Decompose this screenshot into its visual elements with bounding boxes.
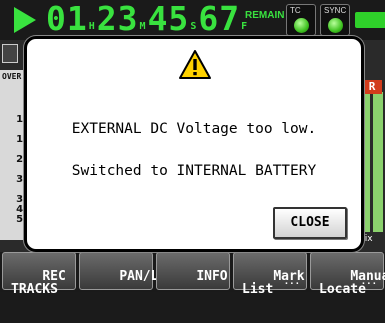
manual-locate-more-indicator: ... <box>360 277 377 287</box>
close-button[interactable]: CLOSE <box>273 207 347 239</box>
dialog-message-line-1: EXTERNAL DC Voltage too low. <box>71 121 317 137</box>
time-counter: 01 H 23 M 45 S 67 F <box>46 2 249 36</box>
function-bar: REC TRACKS PAN/LVL INFO Mark List ... Ma… <box>0 252 385 296</box>
counter-frames: 67 <box>198 0 241 38</box>
status-bar: 01 H 23 M 45 S 67 F REMAIN TC SYNC <box>0 0 385 40</box>
mark-list-more-indicator: ... <box>283 277 300 287</box>
level-meter-bar <box>373 92 383 232</box>
counter-frames-unit: F <box>241 21 248 32</box>
warning-icon <box>179 50 211 79</box>
rec-track-r-badge: R <box>362 80 382 94</box>
counter-seconds: 45 <box>147 0 190 38</box>
counter-hours-unit: H <box>88 21 95 32</box>
mark-list-button[interactable]: Mark List ... <box>233 252 307 296</box>
file-icon <box>2 44 18 63</box>
counter-minutes: 23 <box>96 0 139 38</box>
play-icon <box>14 7 36 33</box>
remain-label: REMAIN <box>245 10 285 21</box>
tc-indicator: TC <box>286 4 316 36</box>
counter-seconds-unit: S <box>190 21 197 32</box>
info-label: INFO <box>196 269 228 284</box>
info-button[interactable]: INFO <box>156 252 230 290</box>
pan-lvl-button[interactable]: PAN/LVL <box>79 252 174 290</box>
meter-scale-title: OVER <box>2 72 22 81</box>
rec-tracks-button[interactable]: REC TRACKS <box>2 252 76 296</box>
tc-status-dot-icon <box>294 18 309 33</box>
manual-locate-button[interactable]: Manual Locate ... <box>310 252 385 296</box>
sync-status-dot-icon <box>328 18 343 33</box>
counter-minutes-unit: M <box>139 21 146 32</box>
rec-tracks-label: REC TRACKS <box>11 269 66 297</box>
dialog-message-line-2: Switched to INTERNAL BATTERY <box>71 163 317 179</box>
tc-label: TC <box>290 6 301 15</box>
battery-icon <box>355 12 385 28</box>
sync-label: SYNC <box>324 6 347 15</box>
warning-dialog: EXTERNAL DC Voltage too low. Switched to… <box>24 36 364 252</box>
sync-indicator: SYNC <box>320 4 350 36</box>
counter-hours: 01 <box>46 0 88 38</box>
